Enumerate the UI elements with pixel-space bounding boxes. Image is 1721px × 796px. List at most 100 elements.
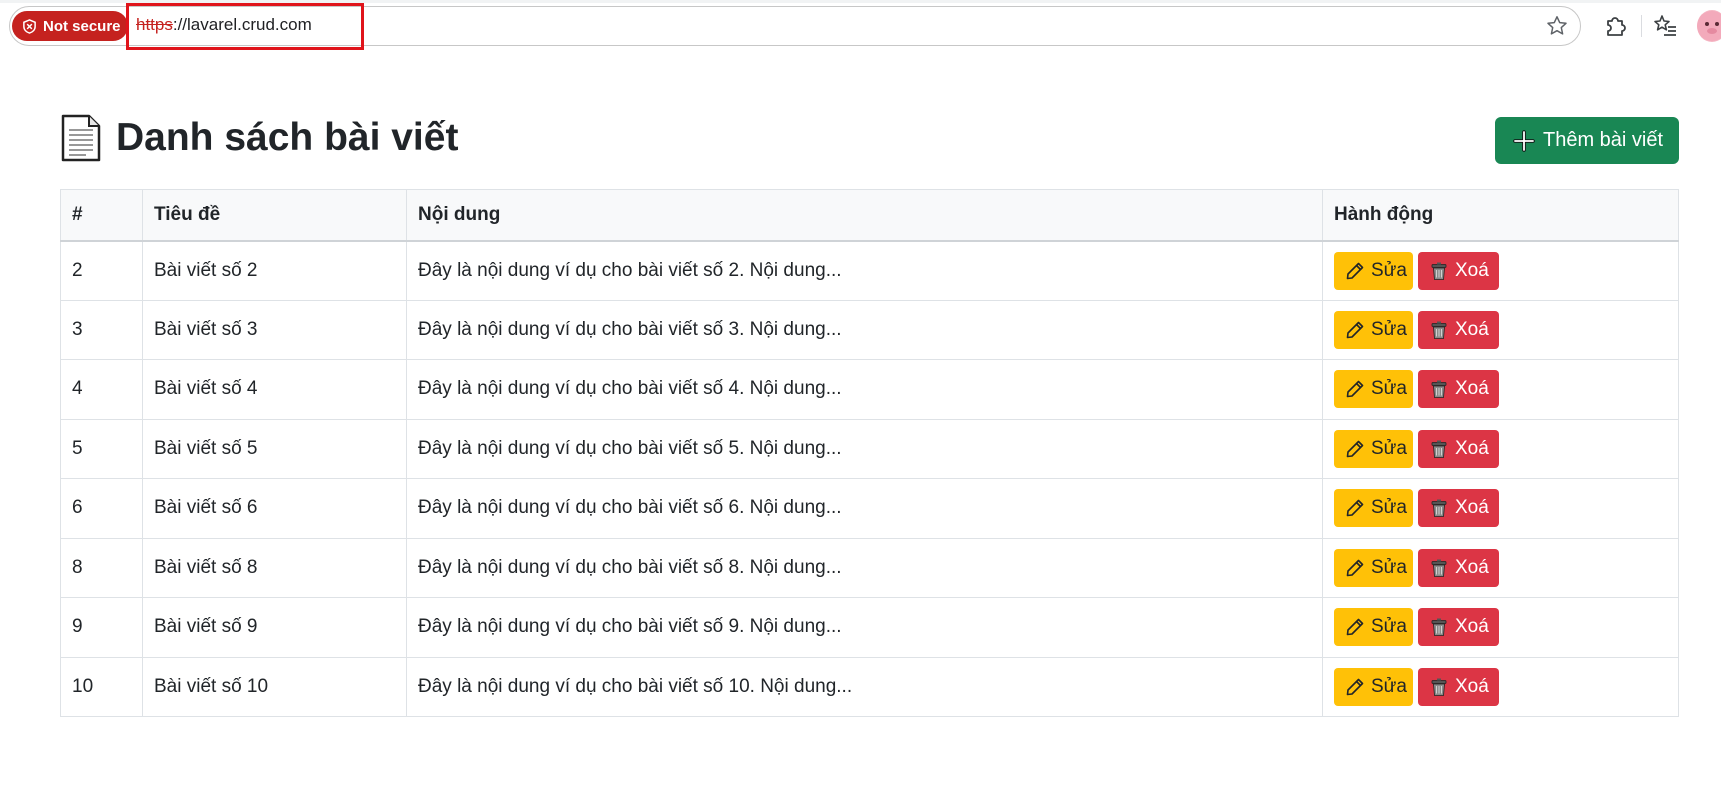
pencil-icon [1346, 499, 1364, 517]
edit-label: Sửa [1371, 497, 1407, 519]
browser-toolbar: Not secure https://lavarel.crud.com [0, 0, 1721, 50]
row-actions: Sửa Xoá [1334, 548, 1667, 587]
url-text[interactable]: https://lavarel.crud.com [136, 15, 312, 35]
pencil-icon [1346, 380, 1364, 398]
pencil-icon [1346, 262, 1364, 279]
edit-button[interactable]: Sửa [1334, 548, 1413, 587]
puzzle-icon[interactable] [1602, 13, 1628, 39]
table-row: 6 Bài viết số 6 Đây là nội dung ví dụ ch… [60, 478, 1679, 539]
trash-icon [1431, 321, 1447, 339]
shield-icon [23, 18, 36, 34]
pencil-icon [1346, 440, 1364, 458]
delete-button[interactable]: Xoá [1418, 489, 1499, 528]
row-actions: Sửa Xoá [1334, 370, 1667, 409]
table-row: 2 Bài viết số 2 Đây là nội dung ví dụ ch… [60, 240, 1679, 301]
edit-button[interactable]: Sửa [1334, 489, 1413, 528]
edit-button[interactable]: Sửa [1334, 370, 1413, 409]
cell-id: 10 [60, 656, 143, 717]
delete-label: Xoá [1455, 616, 1489, 638]
star-icon[interactable] [1545, 14, 1569, 38]
cell-content: Đây là nội dung ví dụ cho bài viết số 2.… [406, 240, 1323, 301]
edit-label: Sửa [1371, 675, 1407, 697]
pencil-icon [1346, 618, 1364, 636]
row-actions: Sửa Xoá [1334, 251, 1667, 290]
pencil-icon [1346, 678, 1364, 696]
delete-button[interactable]: Xoá [1418, 251, 1499, 290]
table-row: 5 Bài viết số 5 Đây là nội dung ví dụ ch… [60, 418, 1679, 479]
cell-id: 4 [60, 359, 143, 420]
delete-button[interactable]: Xoá [1418, 370, 1499, 409]
delete-label: Xoá [1455, 378, 1489, 400]
edit-label: Sửa [1371, 556, 1407, 578]
delete-label: Xoá [1455, 437, 1489, 459]
edit-label: Sửa [1371, 437, 1407, 459]
cell-actions: Sửa Xoá [1322, 656, 1679, 717]
pencil-icon [1346, 321, 1364, 339]
delete-label: Xoá [1455, 318, 1489, 340]
trash-icon [1431, 262, 1447, 280]
cell-actions: Sửa Xoá [1322, 299, 1679, 360]
edit-label: Sửa [1371, 318, 1407, 340]
not-secure-badge[interactable]: Not secure [12, 11, 128, 41]
table-body: 2 Bài viết số 2 Đây là nội dung ví dụ ch… [60, 240, 1679, 717]
favorites-list-icon[interactable] [1651, 12, 1679, 40]
url-host: ://lavarel.crud.com [172, 15, 312, 34]
cell-id: 9 [60, 597, 143, 658]
cell-actions: Sửa Xoá [1322, 597, 1679, 658]
edit-button[interactable]: Sửa [1334, 310, 1413, 349]
cell-title: Bài viết số 5 [142, 418, 407, 479]
cell-actions: Sửa Xoá [1322, 478, 1679, 539]
cell-title: Bài viết số 10 [142, 656, 407, 717]
cell-title: Bài viết số 8 [142, 537, 407, 598]
url-scheme: https [136, 15, 173, 34]
edit-label: Sửa [1371, 616, 1407, 638]
delete-label: Xoá [1455, 259, 1489, 281]
cell-content: Đây là nội dung ví dụ cho bài viết số 5.… [406, 418, 1323, 479]
profile-avatar[interactable] [1697, 10, 1721, 42]
cell-id: 3 [60, 299, 143, 360]
header-content: Nội dung [406, 189, 1323, 242]
delete-button[interactable]: Xoá [1418, 667, 1499, 706]
delete-button[interactable]: Xoá [1418, 310, 1499, 349]
trash-icon [1431, 678, 1447, 696]
cell-id: 6 [60, 478, 143, 539]
table-row: 3 Bài viết số 3 Đây là nội dung ví dụ ch… [60, 299, 1679, 360]
cell-title: Bài viết số 3 [142, 299, 407, 360]
cell-content: Đây là nội dung ví dụ cho bài viết số 4.… [406, 359, 1323, 420]
cell-content: Đây là nội dung ví dụ cho bài viết số 10… [406, 656, 1323, 717]
cell-content: Đây là nội dung ví dụ cho bài viết số 6.… [406, 478, 1323, 539]
edit-button[interactable]: Sửa [1334, 251, 1413, 290]
cell-title: Bài viết số 2 [142, 240, 407, 301]
edit-label: Sửa [1371, 378, 1407, 400]
not-secure-label: Not secure [43, 17, 121, 35]
plus-icon [1513, 129, 1535, 152]
cell-content: Đây là nội dung ví dụ cho bài viết số 9.… [406, 597, 1323, 658]
edit-button[interactable]: Sửa [1334, 429, 1413, 468]
trash-icon [1431, 499, 1447, 518]
edit-button[interactable]: Sửa [1334, 608, 1413, 647]
trash-icon [1431, 380, 1447, 399]
toolbar-divider [1641, 15, 1642, 37]
delete-button[interactable]: Xoá [1418, 548, 1499, 587]
trash-icon [1431, 618, 1447, 637]
edit-button[interactable]: Sửa [1334, 667, 1413, 706]
page-title: Danh sách bài viết [116, 116, 459, 159]
add-post-button[interactable]: Thêm bài viết [1495, 117, 1679, 164]
page-heading: Danh sách bài viết [60, 112, 458, 164]
cell-title: Bài viết số 4 [142, 359, 407, 420]
cell-actions: Sửa Xoá [1322, 537, 1679, 598]
add-post-label: Thêm bài viết [1543, 129, 1664, 151]
header-number: # [60, 189, 143, 242]
delete-button[interactable]: Xoá [1418, 429, 1499, 468]
cell-content: Đây là nội dung ví dụ cho bài viết số 3.… [406, 299, 1323, 360]
delete-button[interactable]: Xoá [1418, 608, 1499, 647]
delete-label: Xoá [1455, 497, 1489, 519]
cell-id: 2 [60, 240, 143, 301]
header-title: Tiêu đề [142, 189, 407, 242]
row-actions: Sửa Xoá [1334, 667, 1667, 706]
avatar-image [1697, 11, 1721, 41]
header-actions: Hành động [1322, 189, 1679, 242]
table-row: 8 Bài viết số 8 Đây là nội dung ví dụ ch… [60, 537, 1679, 598]
trash-icon [1431, 440, 1447, 458]
cell-actions: Sửa Xoá [1322, 240, 1679, 301]
